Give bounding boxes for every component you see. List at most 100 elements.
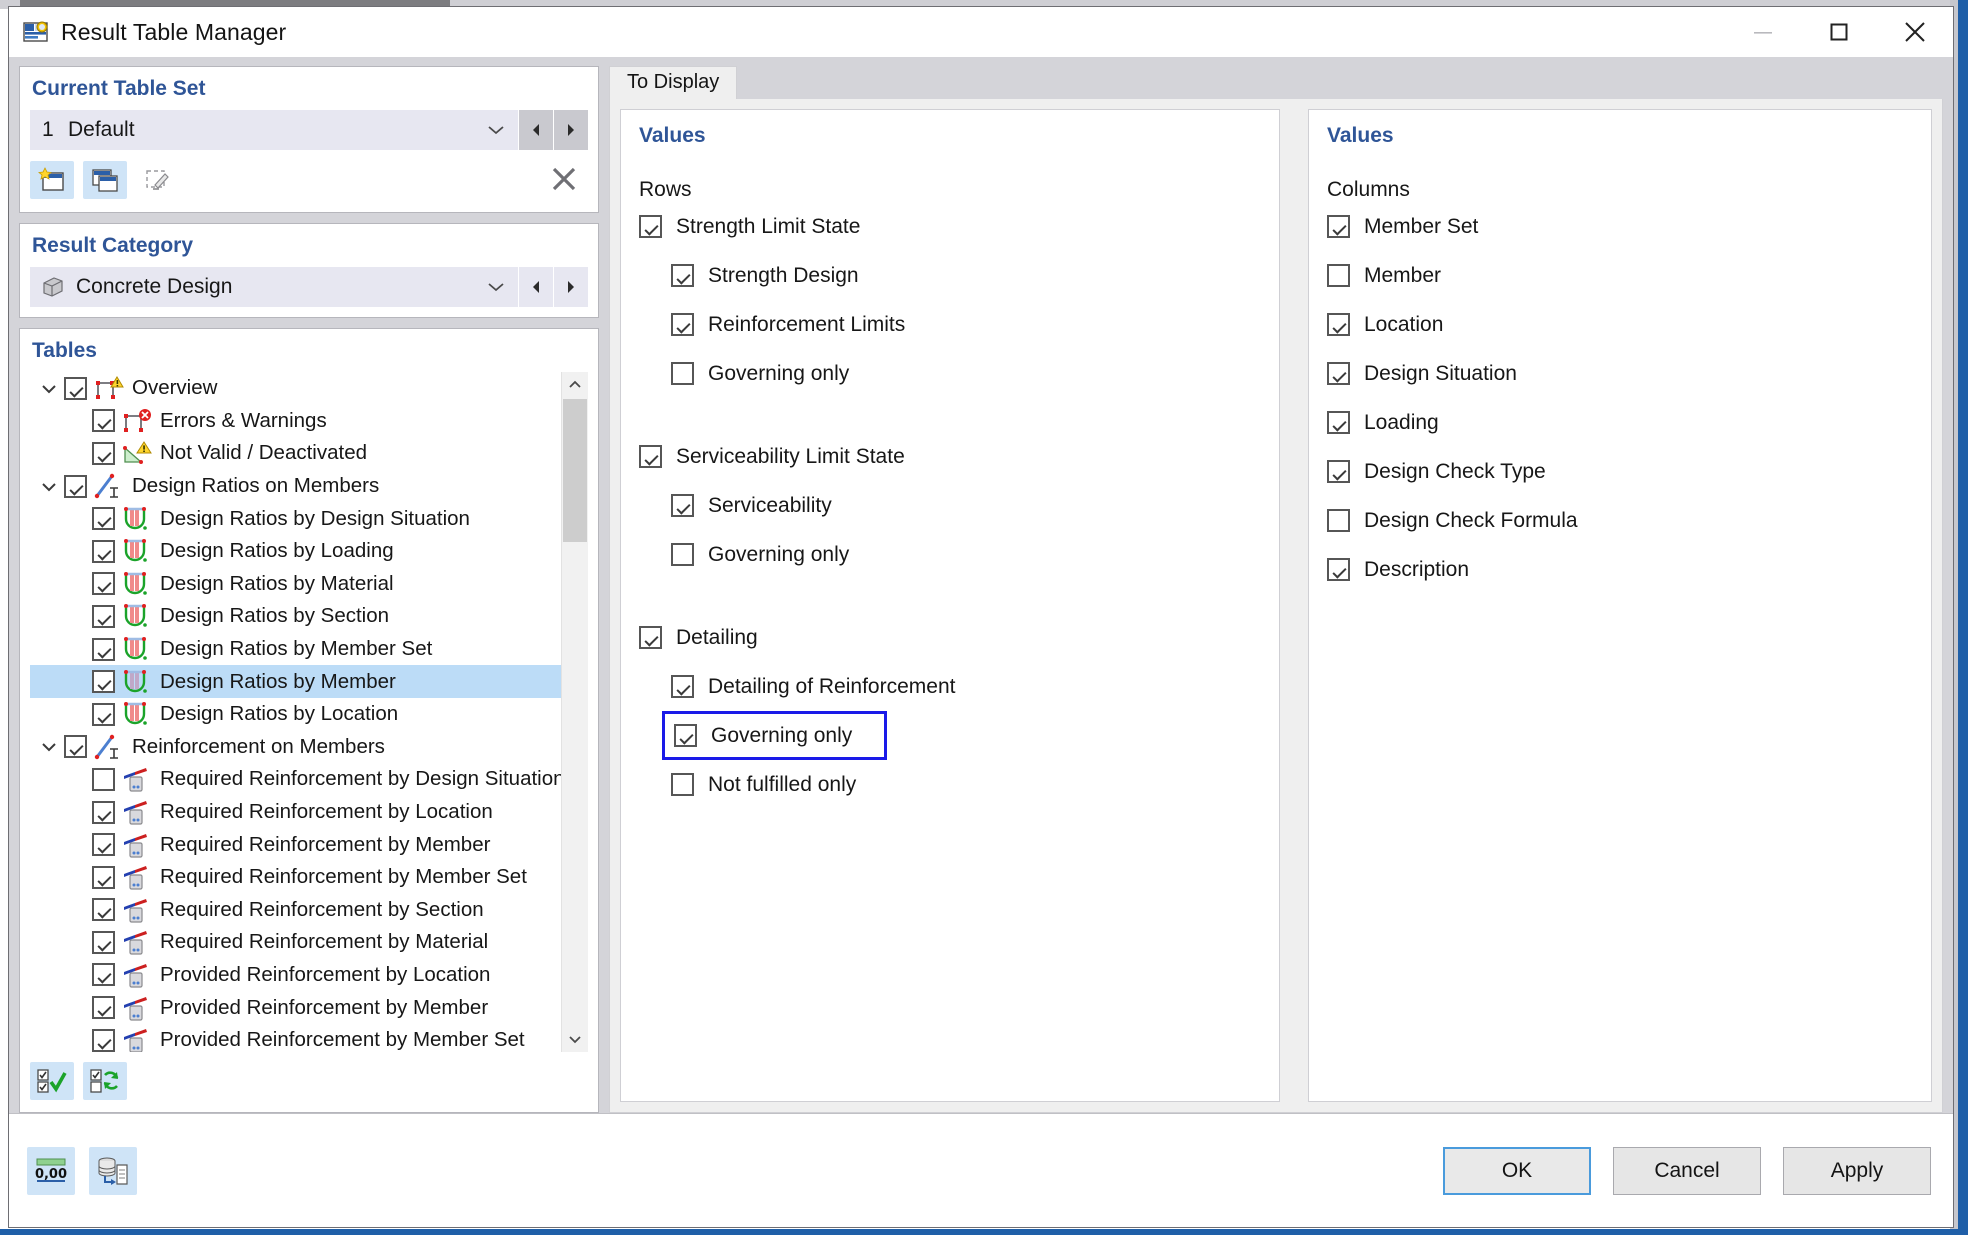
tree-item[interactable]: Provided Reinforcement by Location <box>30 959 561 992</box>
tree-item[interactable]: Required Reinforcement by Member Set <box>30 861 561 894</box>
tree-item[interactable]: Design Ratios by Member <box>30 665 561 698</box>
tree-item[interactable]: Design Ratios by Location <box>30 698 561 731</box>
tree-item[interactable]: Design Ratios by Design Situation <box>30 502 561 535</box>
tree-item-checkbox[interactable] <box>92 1028 115 1052</box>
tree-item[interactable]: Design Ratios on Members <box>30 470 561 503</box>
checkbox[interactable] <box>639 626 662 649</box>
checkbox[interactable] <box>1327 411 1350 434</box>
chevron-down-icon[interactable] <box>34 741 64 752</box>
apply-button[interactable]: Apply <box>1783 1146 1931 1195</box>
checkbox[interactable] <box>671 675 694 698</box>
checkbox[interactable] <box>671 543 694 566</box>
tree-item[interactable]: Required Reinforcement by Member <box>30 828 561 861</box>
cancel-button[interactable]: Cancel <box>1613 1146 1761 1195</box>
checkbox[interactable] <box>1327 509 1350 532</box>
tree-item[interactable]: Design Ratios by Loading <box>30 535 561 568</box>
checkbox-row[interactable]: Design Check Formula <box>1327 496 1917 545</box>
checkbox-row[interactable]: Loading <box>1327 398 1917 447</box>
tree-item[interactable]: Required Reinforcement by Location <box>30 796 561 829</box>
tree-item-checkbox[interactable] <box>92 572 115 596</box>
result-category-prev-button[interactable] <box>518 267 553 307</box>
chevron-down-icon[interactable] <box>34 383 64 394</box>
tree-item-checkbox[interactable] <box>92 800 115 824</box>
tree-item-checkbox[interactable] <box>64 735 87 759</box>
tree-item-checkbox[interactable] <box>92 604 115 628</box>
tree-item-checkbox[interactable] <box>92 996 115 1020</box>
tree-item-checkbox[interactable] <box>92 670 115 694</box>
tree-item[interactable]: Required Reinforcement by Design Situati… <box>30 763 561 796</box>
checkbox-row[interactable]: Detailing <box>639 613 1265 662</box>
checkbox[interactable] <box>671 773 694 796</box>
close-icon[interactable] <box>1877 7 1953 57</box>
checkbox-row[interactable]: Strength Design <box>671 251 1265 300</box>
tree-item-checkbox[interactable] <box>92 833 115 857</box>
tree-item[interactable]: Design Ratios by Material <box>30 568 561 601</box>
checkbox-row[interactable]: Governing only <box>671 349 1265 398</box>
maximize-icon[interactable] <box>1801 7 1877 57</box>
checkbox[interactable] <box>1327 558 1350 581</box>
checkbox-row[interactable]: Description <box>1327 545 1917 594</box>
checkbox[interactable] <box>1327 264 1350 287</box>
checkbox-row[interactable]: Governing only <box>662 711 887 760</box>
scroll-down-icon[interactable] <box>562 1026 588 1052</box>
result-category-next-button[interactable] <box>553 267 588 307</box>
tree-item-checkbox[interactable] <box>92 898 115 922</box>
export-to-file-icon[interactable] <box>89 1146 137 1195</box>
tree-item-checkbox[interactable] <box>92 930 115 954</box>
checkbox[interactable] <box>639 445 662 468</box>
table-set-next-button[interactable] <box>553 110 588 150</box>
tree-item-checkbox[interactable] <box>92 441 115 465</box>
table-set-combo[interactable]: 1 Default <box>30 110 518 150</box>
result-category-combo[interactable]: Concrete Design <box>30 267 518 307</box>
checkbox-row[interactable]: Serviceability Limit State <box>639 432 1265 481</box>
checkbox-row[interactable]: Governing only <box>671 530 1265 579</box>
copy-table-set-icon[interactable] <box>83 161 127 199</box>
tree-item-checkbox[interactable] <box>92 963 115 987</box>
tab-to-display[interactable]: To Display <box>609 66 738 99</box>
scrollbar-thumb[interactable] <box>563 399 587 542</box>
invert-selection-icon[interactable] <box>83 1062 127 1100</box>
checkbox-row[interactable]: Location <box>1327 300 1917 349</box>
tree-item-checkbox[interactable] <box>92 507 115 531</box>
tree-item[interactable]: Reinforcement on Members <box>30 731 561 764</box>
chevron-down-icon[interactable] <box>474 281 518 293</box>
tree-item-checkbox[interactable] <box>64 376 87 400</box>
tree-item[interactable]: Required Reinforcement by Material <box>30 926 561 959</box>
checkbox-row[interactable]: Member <box>1327 251 1917 300</box>
select-all-icon[interactable] <box>30 1062 74 1100</box>
checkbox[interactable] <box>674 724 697 747</box>
tree-item[interactable]: Provided Reinforcement by Member Set <box>30 1024 561 1052</box>
tree-item[interactable]: Not Valid / Deactivated <box>30 437 561 470</box>
checkbox[interactable] <box>1327 215 1350 238</box>
delete-table-set-icon[interactable] <box>542 160 586 198</box>
chevron-down-icon[interactable] <box>34 481 64 492</box>
tree-item-checkbox[interactable] <box>92 539 115 563</box>
checkbox[interactable] <box>671 313 694 336</box>
edit-table-set-icon[interactable] <box>136 161 180 199</box>
checkbox-row[interactable]: Detailing of Reinforcement <box>671 662 1265 711</box>
checkbox-row[interactable]: Reinforcement Limits <box>671 300 1265 349</box>
minimize-icon[interactable] <box>1725 7 1801 57</box>
tree-item[interactable]: Overview <box>30 372 561 405</box>
checkbox[interactable] <box>1327 460 1350 483</box>
tree-item-checkbox[interactable] <box>92 767 115 791</box>
checkbox-row[interactable]: Not fulfilled only <box>671 760 1265 809</box>
checkbox-row[interactable]: Design Check Type <box>1327 447 1917 496</box>
decimal-places-icon[interactable]: 0,00 <box>27 1146 75 1195</box>
scroll-up-icon[interactable] <box>562 372 588 398</box>
checkbox-row[interactable]: Design Situation <box>1327 349 1917 398</box>
checkbox[interactable] <box>671 264 694 287</box>
table-set-prev-button[interactable] <box>518 110 553 150</box>
tree-item[interactable]: Provided Reinforcement by Member <box>30 991 561 1024</box>
tree-item[interactable]: Errors & Warnings <box>30 405 561 438</box>
tables-scrollbar[interactable] <box>561 372 588 1052</box>
chevron-down-icon[interactable] <box>474 124 518 136</box>
tables-tree[interactable]: Overview Errors & Warnings Not Valid / Dea… <box>30 372 561 1052</box>
checkbox[interactable] <box>671 494 694 517</box>
checkbox[interactable] <box>671 362 694 385</box>
checkbox-row[interactable]: Serviceability <box>671 481 1265 530</box>
checkbox-row[interactable]: Member Set <box>1327 202 1917 251</box>
checkbox-row[interactable]: Strength Limit State <box>639 202 1265 251</box>
tree-item[interactable]: Design Ratios by Member Set <box>30 633 561 666</box>
tree-item-checkbox[interactable] <box>92 865 115 889</box>
